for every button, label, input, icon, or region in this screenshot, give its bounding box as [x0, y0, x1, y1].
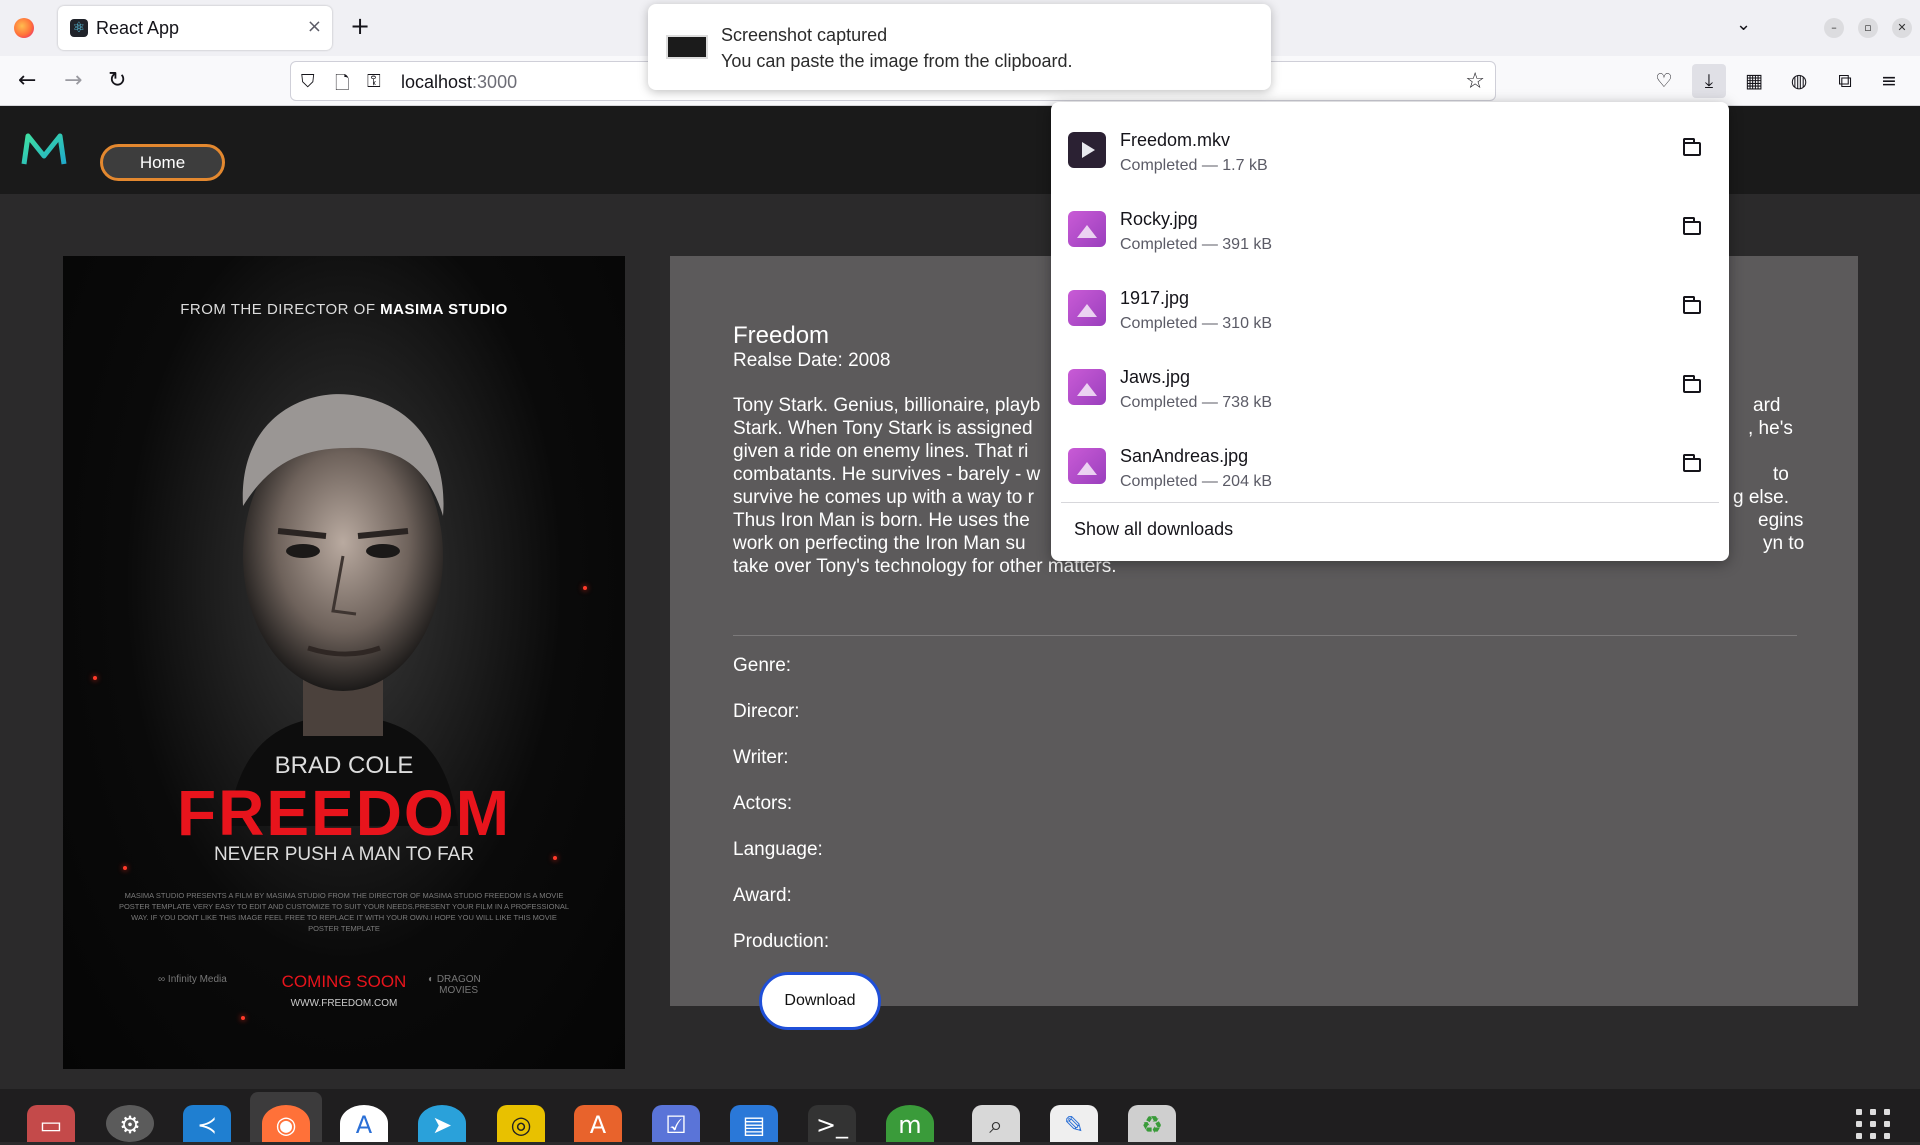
poster-website: WWW.FREEDOM.COM	[290, 998, 398, 1009]
download-filename: SanAndreas.jpg	[1120, 446, 1249, 466]
download-status: Completed — 204 kB	[1120, 473, 1273, 490]
download-filename: Jaws.jpg	[1120, 367, 1191, 387]
info-divider	[733, 635, 1797, 636]
terminal-icon[interactable]: >_	[808, 1105, 856, 1142]
folder-icon[interactable]	[1683, 217, 1701, 235]
show-apps-grid-icon[interactable]	[1856, 1109, 1896, 1139]
folder-icon[interactable]	[1683, 454, 1701, 472]
tab-list-chevron-icon[interactable]: ⌄	[1736, 14, 1751, 35]
download-status: Completed — 391 kB	[1120, 236, 1273, 253]
movie-title: Freedom	[733, 322, 830, 349]
menu-icon[interactable]: ≡	[1872, 64, 1906, 98]
new-tab-button[interactable]: +	[350, 12, 370, 40]
download-item[interactable]: 1917.jpg Completed — 310 kB	[1051, 268, 1729, 347]
notification-body: You can paste the image from the clipboa…	[721, 51, 1073, 71]
page-icon[interactable]: 🗋	[335, 71, 349, 101]
movie-fields: Genre: Direcor: Writer: Actors: Language…	[733, 646, 829, 968]
shield-icon[interactable]: ⛉	[301, 71, 315, 92]
award-label: Award:	[733, 885, 792, 906]
vscode-icon[interactable]: ≺	[183, 1105, 231, 1142]
poster-coming-soon: COMING SOON	[281, 972, 407, 991]
firefox-icon[interactable]	[14, 18, 34, 38]
download-filename: Freedom.mkv	[1120, 130, 1231, 150]
downloads-panel: Freedom.mkv Completed — 1.7 kB Rocky.jpg…	[1051, 102, 1729, 561]
image-file-icon	[1068, 290, 1106, 326]
poster-ember	[583, 586, 587, 590]
image-viewer-icon[interactable]: ⌕	[972, 1105, 1020, 1142]
minimize-icon[interactable]: –	[1824, 18, 1844, 38]
app-center-icon[interactable]: A	[574, 1105, 622, 1142]
download-filename: 1917.jpg	[1120, 288, 1190, 308]
close-window-icon[interactable]: ✕	[1892, 18, 1912, 38]
production-label: Production:	[733, 931, 830, 952]
poster-top-line: FROM THE DIRECTOR OF MASIMA STUDIO	[180, 301, 508, 318]
image-file-icon	[1068, 448, 1106, 484]
url-text[interactable]: localhost:3000	[401, 72, 517, 93]
show-all-downloads-button[interactable]: Show all downloads	[1074, 519, 1233, 540]
download-button[interactable]: Download	[759, 972, 881, 1030]
tab-react-app[interactable]: ⚛ React App ×	[58, 6, 332, 50]
bookmark-star-icon[interactable]: ☆	[1465, 69, 1485, 94]
image-file-icon	[1068, 211, 1106, 247]
extension-zip-icon[interactable]: ▦	[1737, 64, 1771, 98]
close-tab-icon[interactable]: ×	[307, 16, 322, 37]
trash-icon[interactable]: ♻	[1128, 1105, 1176, 1142]
folder-icon[interactable]	[1683, 375, 1701, 393]
poster-ember	[123, 866, 127, 870]
taskbar-dock: ▭ ⚙ ≺ ◉ A ➤ ◎ A ☑ ▤ >_ m ⌕ ✎ ♻	[0, 1089, 1920, 1142]
settings-icon[interactable]: ⚙	[106, 1105, 154, 1142]
restore-icon[interactable]: ▫	[1858, 18, 1878, 38]
poster-brand-right: ◐ DRAGON MOVIES	[428, 974, 481, 996]
download-status: Completed — 1.7 kB	[1120, 157, 1268, 174]
download-status: Completed — 738 kB	[1120, 394, 1273, 411]
poster-title: FREEDOM	[177, 777, 511, 849]
downloads-divider	[1061, 502, 1719, 503]
home-button[interactable]: Home	[100, 144, 225, 181]
video-file-icon	[1068, 132, 1106, 168]
download-filename: Rocky.jpg	[1120, 209, 1198, 229]
text-editor-icon[interactable]: ✎	[1050, 1105, 1098, 1142]
screenshot-notification[interactable]: Screenshot captured You can paste the im…	[648, 4, 1271, 90]
app-logo[interactable]	[20, 130, 68, 170]
downloads-icon[interactable]: ⤓	[1692, 64, 1726, 98]
movie-poster: FROM THE DIRECTOR OF MASIMA STUDIO BRAD …	[63, 256, 625, 1069]
forward-icon[interactable]: →	[64, 68, 82, 93]
writer-icon[interactable]: ▤	[730, 1105, 778, 1142]
download-status: Completed — 310 kB	[1120, 315, 1273, 332]
reload-icon[interactable]: ↻	[108, 68, 126, 93]
react-icon: ⚛	[70, 19, 88, 37]
poster-ember	[93, 676, 97, 680]
files-icon[interactable]: ▭	[27, 1105, 75, 1142]
tasks-icon[interactable]: ☑	[652, 1105, 700, 1142]
download-item[interactable]: Rocky.jpg Completed — 391 kB	[1051, 189, 1729, 268]
download-item[interactable]: Jaws.jpg Completed — 738 kB	[1051, 347, 1729, 426]
image-file-icon	[1068, 369, 1106, 405]
folder-icon[interactable]	[1683, 138, 1701, 156]
poster-ember	[241, 1016, 245, 1020]
back-icon[interactable]: ←	[18, 68, 36, 93]
android-studio-icon[interactable]: A	[340, 1105, 388, 1142]
key-icon[interactable]: ⚿	[367, 71, 381, 92]
pocket-icon[interactable]: ♡	[1647, 64, 1681, 98]
mongodb-compass-icon[interactable]: m	[886, 1105, 934, 1142]
actors-label: Actors:	[733, 793, 793, 814]
poster-tagline: NEVER PUSH A MAN TO FAR	[213, 844, 475, 865]
rhythmbox-icon[interactable]: ◎	[497, 1105, 545, 1142]
director-label: Direcor:	[733, 701, 800, 722]
writer-label: Writer:	[733, 747, 789, 768]
download-item[interactable]: SanAndreas.jpg Completed — 204 kB	[1051, 426, 1729, 505]
extensions-icon[interactable]: ⧉	[1828, 64, 1862, 98]
download-item[interactable]: Freedom.mkv Completed — 1.7 kB	[1051, 110, 1729, 189]
containers-icon[interactable]: ◍	[1782, 64, 1816, 98]
genre-label: Genre:	[733, 655, 792, 676]
telegram-icon[interactable]: ➤	[418, 1105, 466, 1142]
language-label: Language:	[733, 839, 823, 860]
firefox-icon[interactable]: ◉	[262, 1105, 310, 1142]
folder-icon[interactable]	[1683, 296, 1701, 314]
poster-fine-print: MASIMA STUDIO PRESENTS A FILM BY MASIMA …	[118, 891, 570, 933]
notification-title: Screenshot captured	[721, 25, 888, 45]
tab-title: React App	[96, 18, 180, 38]
movie-release-date: Realse Date: 2008	[733, 350, 891, 371]
screenshot-thumbnail-icon	[666, 35, 708, 59]
